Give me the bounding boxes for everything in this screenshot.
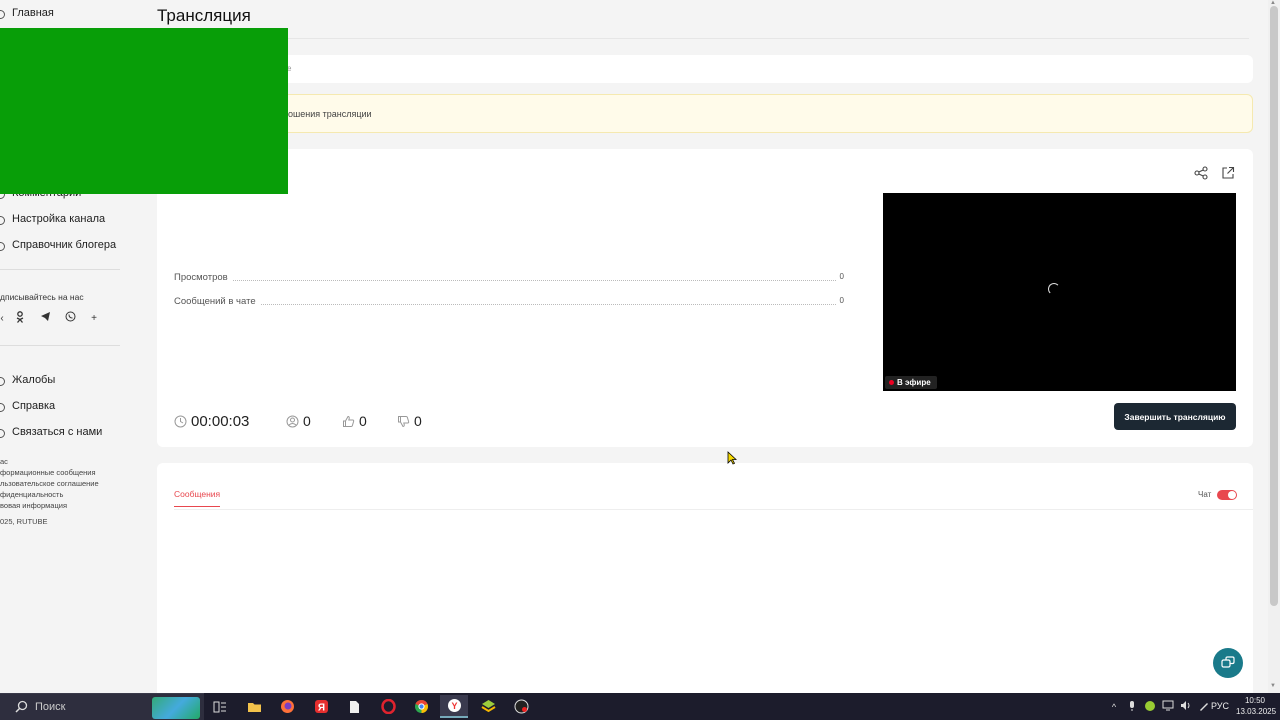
microphone-icon[interactable] <box>1125 700 1139 714</box>
footer-link-info[interactable]: формационные сообщения <box>0 468 96 477</box>
share-icon[interactable] <box>1194 166 1208 180</box>
viewers-counter: 0 <box>286 412 311 430</box>
stat-chat-messages-label: Сообщений в чате <box>174 296 260 307</box>
green-tray-icon[interactable] <box>1143 700 1157 714</box>
vk-icon[interactable]: ‹ <box>0 311 10 327</box>
file-explorer-icon[interactable] <box>240 695 268 718</box>
system-clock[interactable]: 10:50 13.03.2025 <box>1236 695 1277 717</box>
system-tray: ^ <box>1105 693 1213 720</box>
stream-timer: 00:00:03 <box>191 412 250 430</box>
chrome-icon[interactable] <box>407 695 435 718</box>
green-overlay <box>0 28 288 194</box>
stat-dots <box>174 280 844 281</box>
thumbs-up-icon <box>343 415 355 427</box>
stat-views: Просмотров 0 <box>174 272 844 286</box>
page-title: Трансляция <box>157 6 251 25</box>
scroll-down-icon[interactable]: ▼ <box>1270 683 1276 689</box>
viewers-icon <box>286 415 299 427</box>
sidebar-divider <box>0 269 120 270</box>
scroll-thumb[interactable] <box>1270 6 1278 606</box>
breadcrumb: е <box>157 55 1253 83</box>
telegram-icon[interactable] <box>37 311 53 327</box>
input-language[interactable]: РУС <box>1211 701 1229 711</box>
chat-toggle[interactable] <box>1217 490 1237 500</box>
clock-icon <box>174 415 187 427</box>
sidebar-divider <box>0 345 120 346</box>
volume-icon[interactable] <box>1179 700 1193 714</box>
firefox-icon[interactable] <box>273 695 301 718</box>
loading-spinner-icon <box>1048 283 1060 295</box>
live-badge: В эфире <box>885 376 937 389</box>
likes-count: 0 <box>359 413 367 429</box>
end-stream-button[interactable]: Завершить трансляцию <box>1114 403 1236 430</box>
sidebar-item-home[interactable]: Главная <box>0 7 54 19</box>
stream-card: Просмотров 0 Сообщений в чате 0 В эфире … <box>157 149 1253 447</box>
footer-link-about[interactable]: ас <box>0 457 8 466</box>
dislikes-counter: 0 <box>397 412 422 430</box>
sidebar-item-contact[interactable]: Связаться с нами <box>0 426 102 438</box>
bluestacks-icon[interactable] <box>474 695 502 718</box>
thumbs-down-icon <box>398 415 410 427</box>
obs-icon[interactable] <box>507 695 535 718</box>
footer-link-legal[interactable]: вовая информация <box>0 501 67 510</box>
subscribe-heading: дписывайтесь на нас <box>0 292 84 302</box>
stat-views-value: 0 <box>835 272 844 281</box>
stat-chat-messages: Сообщений в чате 0 <box>174 296 844 310</box>
viber-icon[interactable] <box>62 311 78 327</box>
clock-time: 10:50 <box>1244 696 1266 705</box>
yandex-browser-icon[interactable]: Y <box>440 695 468 718</box>
video-player[interactable]: В эфире <box>883 193 1236 391</box>
network-icon[interactable] <box>1161 700 1175 714</box>
likes-counter: 0 <box>342 412 367 430</box>
yandex-icon[interactable]: Я <box>307 695 335 718</box>
tab-messages[interactable]: Сообщения <box>174 489 221 507</box>
copyright: 025, RUTUBE <box>0 517 48 526</box>
footer-link-privacy[interactable]: фиденциальность <box>0 490 63 499</box>
stat-dots <box>174 304 844 305</box>
taskbar-search[interactable]: Поиск <box>0 693 204 720</box>
warning-text: ошения трансляции <box>288 109 372 119</box>
sidebar-item-channel-settings[interactable]: Настройка канала <box>0 213 105 225</box>
warning-banner: ошения трансляции <box>157 94 1253 133</box>
taskbar: Поиск Я Y ^ РУС 10:50 13.03.2025 <box>0 693 1280 720</box>
odnoklassniki-icon[interactable] <box>12 311 28 327</box>
stat-views-label: Просмотров <box>174 272 232 283</box>
dislikes-count: 0 <box>414 413 422 429</box>
sidebar-item-help[interactable]: Справка <box>0 400 55 412</box>
svg-text:Я: Я <box>317 703 324 714</box>
task-view-icon[interactable] <box>206 695 234 718</box>
mouse-cursor-icon <box>727 451 737 465</box>
timer-counter: 00:00:03 <box>174 412 249 430</box>
chat-bubbles-icon <box>1221 656 1235 668</box>
tab-divider <box>174 509 1253 510</box>
search-placeholder: Поиск <box>35 701 66 713</box>
svg-text:Y: Y <box>451 701 457 711</box>
opera-icon[interactable] <box>374 695 402 718</box>
footer-link-terms[interactable]: льзовательское соглашение <box>0 479 99 488</box>
more-icon[interactable]: + <box>86 311 102 327</box>
pen-icon[interactable] <box>1197 700 1211 714</box>
viewers-count: 0 <box>303 413 311 429</box>
sidebar-item-blogger-guide[interactable]: Справочник блогера <box>0 239 116 251</box>
tray-expand-icon[interactable]: ^ <box>1107 700 1121 714</box>
search-icon <box>15 700 28 713</box>
sidebar-item-complaints[interactable]: Жалобы <box>0 374 55 386</box>
stat-chat-messages-value: 0 <box>835 296 844 305</box>
chat-toggle-label: Чат <box>1198 490 1212 499</box>
clock-date: 13.03.2025 <box>1236 707 1277 716</box>
support-chat-button[interactable] <box>1213 648 1243 678</box>
page-scrollbar[interactable]: ▲ ▼ <box>1268 0 1280 693</box>
document-icon[interactable] <box>340 695 368 718</box>
external-link-icon[interactable] <box>1221 166 1235 180</box>
search-highlight-image <box>152 697 200 719</box>
title-divider <box>157 38 1249 39</box>
chat-panel: Сообщения Чат <box>157 463 1253 693</box>
